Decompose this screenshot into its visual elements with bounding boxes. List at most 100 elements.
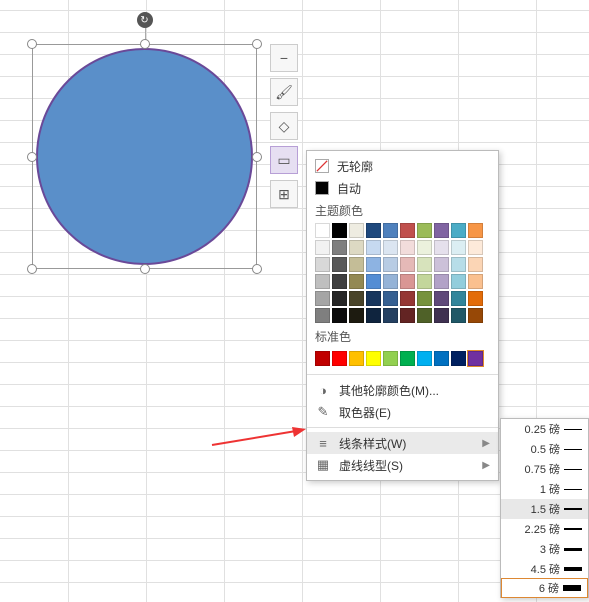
color-swatch[interactable] [417,274,432,289]
color-swatch[interactable] [400,257,415,272]
color-swatch[interactable] [417,223,432,238]
color-swatch[interactable] [349,274,364,289]
line-weight-option[interactable]: 1 磅 [501,479,588,499]
color-swatch[interactable] [451,308,466,323]
color-swatch[interactable] [349,223,364,238]
color-swatch[interactable] [332,240,347,255]
color-swatch[interactable] [315,240,330,255]
color-swatch[interactable] [434,351,449,366]
color-swatch[interactable] [417,291,432,306]
color-swatch[interactable] [417,351,432,366]
color-swatch[interactable] [332,223,347,238]
color-swatch[interactable] [417,308,432,323]
no-outline-item[interactable]: 无轮廓 [307,155,498,177]
color-swatch[interactable] [400,274,415,289]
color-swatch[interactable] [315,351,330,366]
color-swatch[interactable] [417,240,432,255]
color-swatch[interactable] [451,240,466,255]
color-swatch[interactable] [315,291,330,306]
color-swatch[interactable] [383,291,398,306]
color-swatch[interactable] [383,274,398,289]
color-swatch[interactable] [468,308,483,323]
color-swatch[interactable] [366,291,381,306]
color-swatch[interactable] [451,291,466,306]
line-weight-option[interactable]: 4.5 磅 [501,559,588,579]
color-swatch[interactable] [315,308,330,323]
color-swatch[interactable] [400,223,415,238]
color-swatch[interactable] [400,351,415,366]
color-swatch[interactable] [366,351,381,366]
color-swatch[interactable] [383,351,398,366]
dash-style-item[interactable]: ▦ 虚线线型(S) ▶ [307,454,498,476]
color-swatch[interactable] [434,308,449,323]
resize-handle-se[interactable] [252,264,262,274]
line-weight-option[interactable]: 0.25 磅 [501,419,588,439]
color-swatch[interactable] [400,291,415,306]
color-swatch[interactable] [383,257,398,272]
color-swatch[interactable] [366,223,381,238]
selected-shape[interactable]: ↻ [32,44,257,269]
color-swatch[interactable] [349,240,364,255]
color-swatch[interactable] [434,223,449,238]
color-swatch[interactable] [468,240,483,255]
color-swatch[interactable] [332,308,347,323]
shape-effect-button[interactable]: ◇ [270,112,298,140]
color-swatch[interactable] [468,291,483,306]
line-weight-option[interactable]: 2.25 磅 [501,519,588,539]
color-swatch[interactable] [349,351,364,366]
circle-shape[interactable] [36,48,253,265]
fill-brush-button[interactable]: 🖌 [270,78,298,106]
color-swatch[interactable] [451,351,466,366]
color-swatch[interactable] [366,257,381,272]
color-swatch[interactable] [468,223,483,238]
color-swatch[interactable] [315,274,330,289]
color-swatch[interactable] [468,351,483,366]
outline-button[interactable]: ▭ [270,146,298,174]
color-swatch[interactable] [366,274,381,289]
color-swatch[interactable] [315,257,330,272]
color-swatch[interactable] [349,257,364,272]
resize-handle-s[interactable] [140,264,150,274]
line-weight-option[interactable]: 6 磅 [501,578,588,598]
resize-handle-e[interactable] [252,152,262,162]
line-weight-option[interactable]: 0.75 磅 [501,459,588,479]
color-swatch[interactable] [349,291,364,306]
resize-handle-n[interactable] [140,39,150,49]
auto-outline-item[interactable]: 自动 [307,177,498,199]
color-swatch[interactable] [332,351,347,366]
color-swatch[interactable] [451,223,466,238]
color-swatch[interactable] [451,257,466,272]
color-swatch[interactable] [366,308,381,323]
color-swatch[interactable] [400,240,415,255]
color-swatch[interactable] [434,257,449,272]
eyedropper-item[interactable]: ✎ 取色器(E) [307,401,498,423]
color-swatch[interactable] [383,223,398,238]
line-style-item[interactable]: ≡ 线条样式(W) ▶ [307,432,498,454]
line-weight-option[interactable]: 1.5 磅 [501,499,588,519]
resize-handle-sw[interactable] [27,264,37,274]
color-swatch[interactable] [332,291,347,306]
color-swatch[interactable] [434,274,449,289]
rotate-handle[interactable]: ↻ [137,12,153,28]
color-swatch[interactable] [400,308,415,323]
color-swatch[interactable] [349,308,364,323]
resize-handle-nw[interactable] [27,39,37,49]
color-swatch[interactable] [434,291,449,306]
color-swatch[interactable] [366,240,381,255]
toolbar-collapse-button[interactable]: − [270,44,298,72]
color-swatch[interactable] [332,257,347,272]
resize-handle-w[interactable] [27,152,37,162]
more-colors-item[interactable]: ◑ 其他轮廓颜色(M)... [307,379,498,401]
line-weight-option[interactable]: 0.5 磅 [501,439,588,459]
line-weight-option[interactable]: 3 磅 [501,539,588,559]
color-swatch[interactable] [468,274,483,289]
color-swatch[interactable] [383,308,398,323]
more-tools-button[interactable]: ⊞ [270,180,298,208]
color-swatch[interactable] [417,257,432,272]
color-swatch[interactable] [332,274,347,289]
resize-handle-ne[interactable] [252,39,262,49]
color-swatch[interactable] [315,223,330,238]
color-swatch[interactable] [451,274,466,289]
color-swatch[interactable] [434,240,449,255]
color-swatch[interactable] [383,240,398,255]
